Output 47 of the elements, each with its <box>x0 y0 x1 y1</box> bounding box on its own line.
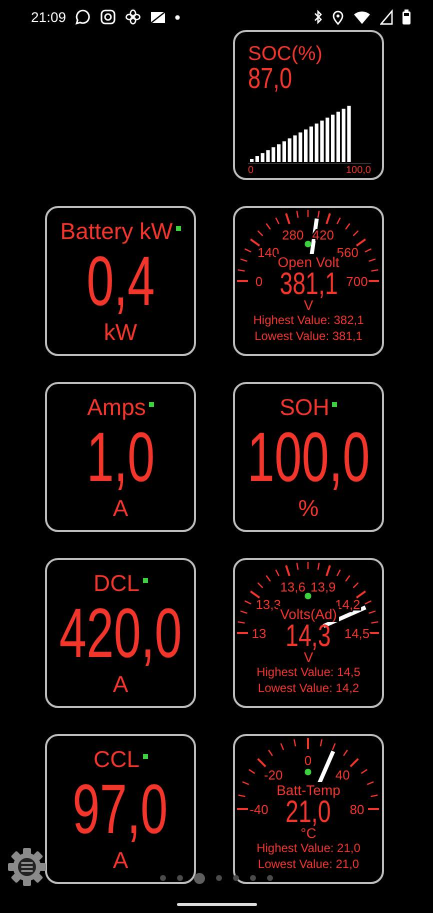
lowest-value: Lowest Value: 21,0 <box>258 856 360 872</box>
tile-value: 0,4 <box>86 245 155 317</box>
tile-title: SOH <box>280 393 330 421</box>
tile-title: CCL <box>93 745 140 773</box>
scale-label: 40 <box>335 767 350 782</box>
scale-label: 13 <box>252 626 266 641</box>
gauge-value: 381,1 <box>279 270 338 298</box>
axis-label: 100,0 <box>346 165 371 176</box>
scale-label: 14,5 <box>344 626 370 641</box>
highest-value: Highest Value: 21,0 <box>256 840 360 856</box>
axis-label: 0 <box>248 165 254 176</box>
tile-value: 87,0 <box>248 65 292 93</box>
scale-label: 280 <box>282 227 304 242</box>
lowest-value: Lowest Value: 381,1 <box>254 328 362 344</box>
tile-unit: A <box>112 495 128 521</box>
tile-title: Amps <box>87 393 146 421</box>
gauge-title: Open Volt <box>276 254 342 270</box>
highest-value: Highest Value: 14,5 <box>256 664 360 680</box>
tile-value: 100,0 <box>247 421 370 493</box>
tile-title: SOC(%) <box>248 43 324 65</box>
lowest-value: Lowest Value: 14,2 <box>258 680 360 696</box>
gauge-unit: V <box>304 298 314 312</box>
tile-unit: % <box>298 495 319 521</box>
gauge-title: Batt-Temp <box>274 782 342 798</box>
gauge-unit: V <box>304 650 314 664</box>
gauge-value: 14,3 <box>286 622 332 650</box>
scale-label: -40 <box>250 802 268 817</box>
tile-value: 1,0 <box>86 421 155 493</box>
highest-value: Highest Value: 382,1 <box>253 312 364 328</box>
tile-title: Battery kW <box>60 217 173 245</box>
gauge-unit: °C <box>300 826 316 840</box>
scale-label: 13,9 <box>310 579 336 594</box>
scale-label: 0 <box>304 753 312 768</box>
tile-value: 420,0 <box>59 597 182 669</box>
scale-label: 80 <box>350 802 364 817</box>
scale-label: -20 <box>264 767 283 782</box>
tile-unit: A <box>112 671 128 697</box>
scale-label: 700 <box>346 274 368 289</box>
tile-unit: kW <box>104 319 138 345</box>
tile-title: DCL <box>93 569 140 597</box>
scale-label: 13,6 <box>280 579 306 594</box>
clock-time: 21:09 <box>31 9 66 25</box>
gauge-value: 21,0 <box>286 798 332 826</box>
scale-label: 0 <box>255 274 263 289</box>
gauge-title: Volts(Ad) <box>278 606 339 622</box>
tile-value: 97,0 <box>72 773 168 845</box>
tile-unit: A <box>112 847 128 873</box>
